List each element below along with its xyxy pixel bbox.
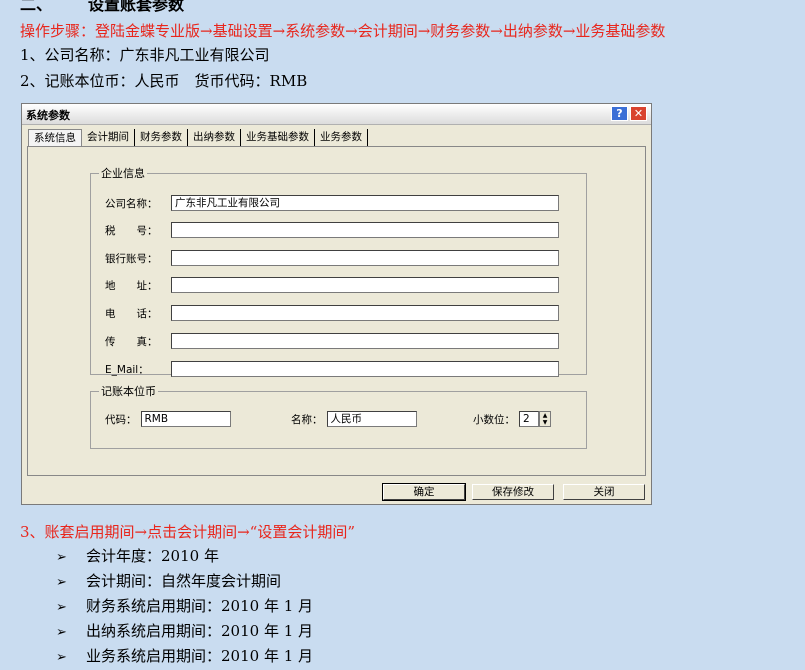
tab-business-params[interactable]: 业务参数: [315, 129, 368, 147]
tab-cashier-params[interactable]: 出纳参数: [188, 129, 241, 147]
list-item: ➢ 会计年度：2010 年: [56, 545, 313, 570]
spin-buttons[interactable]: ▲ ▼: [539, 411, 551, 427]
tax-number-input[interactable]: [171, 222, 559, 238]
field-row-address: 地 址：: [105, 277, 559, 293]
heading-number: 二、: [20, 0, 53, 14]
list-item: ➢ 财务系统启用期间：2010 年 1 月: [56, 595, 313, 620]
tab-finance-params[interactable]: 财务参数: [135, 129, 188, 147]
field-label: 税 号：: [105, 224, 158, 237]
company-info-group: 企业信息 公司名称： 广东非凡工业有限公司 税 号： 银行账号： 地 址： 电 …: [90, 165, 587, 377]
close-icon[interactable]: ✕: [630, 106, 647, 121]
system-params-dialog: 系统参数 ? ✕ 系统信息 会计期间 财务参数 出纳参数 业务基础参数 业务参数…: [21, 103, 652, 505]
decimals-stepper[interactable]: 2 ▲ ▼: [519, 411, 551, 427]
tab-strip: 系统信息 会计期间 财务参数 出纳参数 业务基础参数 业务参数: [28, 129, 368, 147]
bank-account-input[interactable]: [171, 250, 559, 266]
save-changes-button[interactable]: 保存修改: [472, 484, 554, 500]
currency-code-input[interactable]: RMB: [140, 411, 231, 427]
field-row-phone: 电 话：: [105, 305, 559, 321]
decimals-label: 小数位：: [473, 413, 515, 426]
list-item: ➢ 业务系统启用期间：2010 年 1 月: [56, 645, 313, 670]
phone-input[interactable]: [171, 305, 559, 321]
tab-business-base-params[interactable]: 业务基础参数: [241, 129, 315, 147]
arrow-bullet-icon: ➢: [56, 550, 67, 565]
dialog-title: 系统参数: [26, 109, 70, 122]
decimals-item: 小数位： 2 ▲ ▼: [473, 411, 551, 427]
spin-up-icon[interactable]: ▲: [540, 412, 550, 419]
decimals-input[interactable]: 2: [519, 411, 539, 427]
address-input[interactable]: [171, 277, 559, 293]
field-row-tax-number: 税 号：: [105, 222, 559, 238]
currency-name-input[interactable]: 人民币: [326, 411, 417, 427]
currency-name-label: 名称：: [291, 413, 323, 426]
list-item: ➢ 会计期间：自然年度会计期间: [56, 570, 313, 595]
field-row-email: E_Mail：: [105, 361, 559, 377]
arrow-bullet-icon: ➢: [56, 625, 67, 640]
period-list: ➢ 会计年度：2010 年 ➢ 会计期间：自然年度会计期间 ➢ 财务系统启用期间：20…: [56, 545, 313, 670]
arrow-bullet-icon: ➢: [56, 600, 67, 615]
field-label: E_Mail：: [105, 363, 149, 376]
field-label: 公司名称：: [105, 197, 158, 210]
tab-accounting-period[interactable]: 会计期间: [82, 129, 135, 147]
field-label: 电 话：: [105, 307, 158, 320]
currency-info: 2、记账本位币：人民币 货币代码：RMB: [20, 72, 308, 90]
field-label: 地 址：: [105, 279, 158, 292]
field-label: 传 真：: [105, 335, 158, 348]
tab-system-info[interactable]: 系统信息: [28, 129, 82, 147]
section3-text: 3、账套启用期间→点击会计期间→“设置会计期间”: [20, 523, 356, 541]
email-input[interactable]: [171, 361, 559, 377]
ok-button[interactable]: 确定: [382, 483, 466, 501]
currency-code-item: 代码： RMB: [105, 411, 231, 427]
section-heading: 二、 设置账套参数: [20, 0, 184, 15]
steps-text: 操作步骤：登陆金蝶专业版→基础设置→系统参数→会计期间→财务参数→出纳参数→业务…: [20, 22, 666, 40]
field-row-company-name: 公司名称： 广东非凡工业有限公司: [105, 195, 559, 211]
tab-panel: 企业信息 公司名称： 广东非凡工业有限公司 税 号： 银行账号： 地 址： 电 …: [27, 146, 646, 476]
company-info-legend: 企业信息: [101, 167, 145, 180]
currency-code-label: 代码：: [105, 413, 137, 426]
dialog-titlebar: 系统参数 ? ✕: [22, 104, 651, 125]
field-row-fax: 传 真：: [105, 333, 559, 349]
arrow-bullet-icon: ➢: [56, 575, 67, 590]
company-name-info: 1、公司名称：广东非凡工业有限公司: [20, 46, 270, 64]
field-label: 银行账号：: [105, 252, 158, 265]
base-currency-legend: 记账本位币: [101, 385, 156, 398]
field-row-bank-account: 银行账号：: [105, 250, 559, 266]
fax-input[interactable]: [171, 333, 559, 349]
spin-down-icon[interactable]: ▼: [540, 419, 550, 426]
help-icon[interactable]: ?: [611, 106, 628, 121]
close-button[interactable]: 关闭: [563, 484, 645, 500]
base-currency-group: 记账本位币 代码： RMB 名称： 人民币 小数位： 2 ▲ ▼: [90, 383, 587, 449]
currency-name-item: 名称： 人民币: [291, 411, 417, 427]
heading-text: 设置账套参数: [88, 0, 185, 14]
list-item: ➢ 出纳系统启用期间：2010 年 1 月: [56, 620, 313, 645]
arrow-bullet-icon: ➢: [56, 650, 67, 665]
company-name-input[interactable]: 广东非凡工业有限公司: [171, 195, 559, 211]
